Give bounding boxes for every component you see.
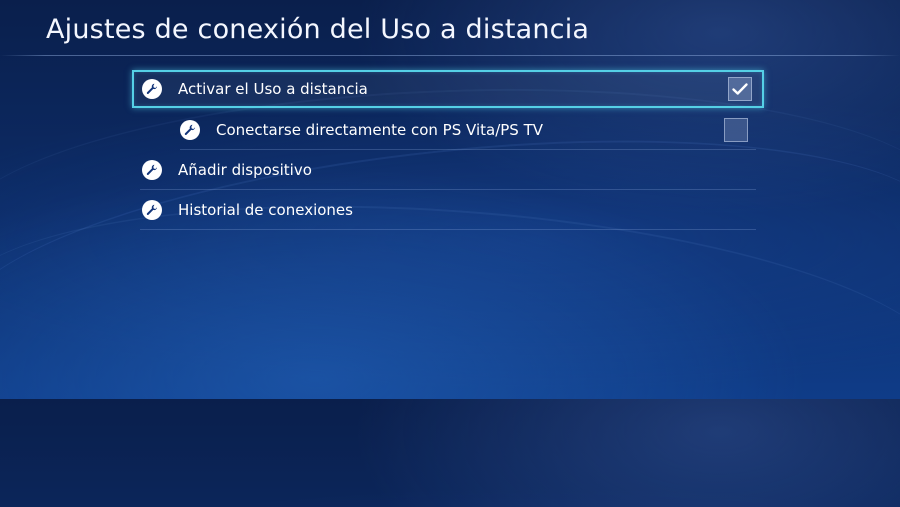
menu-item-label: Conectarse directamente con PS Vita/PS T… [216, 120, 544, 139]
menu-item-activar-uso-a-distancia[interactable]: Activar el Uso a distancia [132, 70, 764, 108]
activar-uso-checkbox[interactable] [728, 77, 752, 101]
wrench-icon [142, 199, 162, 220]
menu-item-historial-de-conexiones[interactable]: Historial de conexiones [140, 190, 756, 230]
wrench-icon [142, 79, 162, 99]
title-divider [0, 55, 900, 56]
checkmark-icon [732, 83, 748, 95]
menu-item-label: Historial de conexiones [178, 200, 353, 219]
menu-item-label: Añadir dispositivo [178, 160, 312, 179]
page-title: Ajustes de conexión del Uso a distancia [46, 14, 590, 45]
menu-item-label: Activar el Uso a distancia [178, 80, 368, 98]
conectarse-directamente-checkbox[interactable] [724, 117, 748, 142]
settings-menu: Activar el Uso a distancia Conectarse di… [132, 70, 764, 230]
wrench-icon [142, 159, 162, 180]
menu-item-conectarse-directamente[interactable]: Conectarse directamente con PS Vita/PS T… [180, 110, 756, 150]
menu-item-anadir-dispositivo[interactable]: Añadir dispositivo [140, 150, 756, 190]
wrench-icon [180, 119, 200, 140]
